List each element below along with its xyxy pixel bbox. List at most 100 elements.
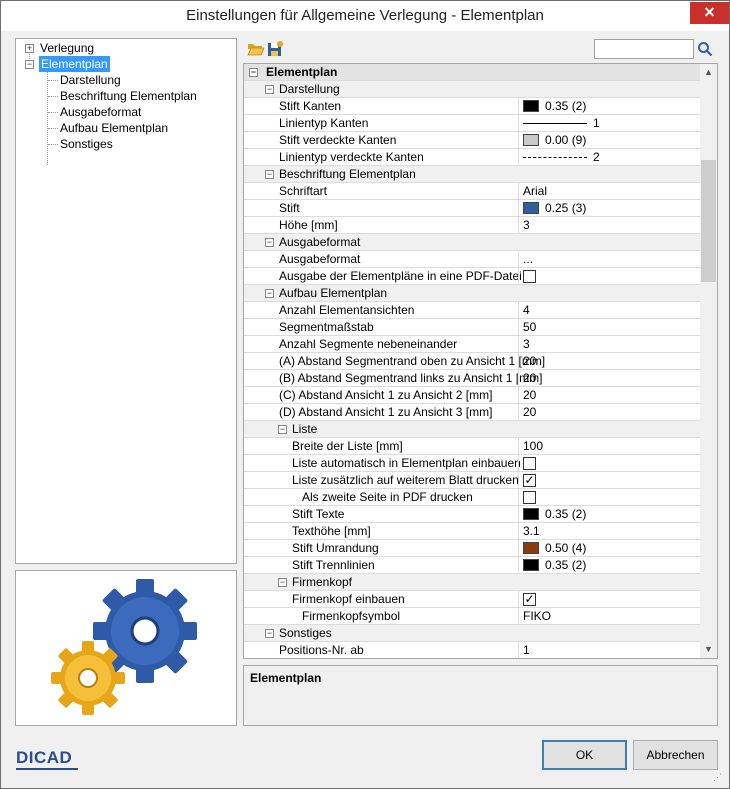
property-row[interactable]: Stift Umrandung 0.50 (4) — [244, 540, 700, 557]
property-label: Positions-Nr. ab — [279, 643, 364, 657]
collapse-icon[interactable]: − — [265, 629, 274, 638]
property-label: Firmenkopf einbauen — [292, 592, 405, 606]
property-row[interactable]: Stift Kanten 0.35 (2) — [244, 98, 700, 115]
scroll-up-icon[interactable]: ▲ — [700, 64, 717, 81]
category-label: Ausgabeformat — [279, 235, 361, 249]
search-input[interactable] — [594, 39, 694, 59]
property-row[interactable]: Firmenkopfsymbol FIKO — [244, 608, 700, 625]
tree-connector — [48, 80, 58, 81]
property-row[interactable]: (D) Abstand Ansicht 1 zu Ansicht 3 [mm] … — [244, 404, 700, 421]
property-value[interactable]: 3 — [523, 217, 530, 233]
property-row[interactable]: Anzahl Segmente nebeneinander 3 — [244, 336, 700, 353]
property-label: Stift verdeckte Kanten — [279, 133, 397, 147]
property-row[interactable]: Stift verdeckte Kanten 0.00 (9) — [244, 132, 700, 149]
cancel-button[interactable]: Abbrechen — [633, 740, 718, 770]
property-value[interactable]: Arial — [523, 183, 547, 199]
property-row[interactable]: Linientyp verdeckte Kanten 2 — [244, 149, 700, 166]
property-row[interactable]: Anzahl Elementansichten 4 — [244, 302, 700, 319]
collapse-icon[interactable]: − — [265, 289, 274, 298]
category-label: Beschriftung Elementplan — [279, 167, 416, 181]
property-value[interactable]: 3.1 — [523, 523, 540, 539]
search-icon[interactable] — [697, 41, 713, 57]
collapse-icon[interactable]: − — [25, 60, 34, 69]
scroll-down-icon[interactable]: ▼ — [700, 641, 717, 658]
collapse-icon[interactable]: − — [265, 85, 274, 94]
color-swatch — [523, 508, 539, 520]
tree-item-elementplan[interactable]: Elementplan — [39, 56, 110, 72]
collapse-icon[interactable]: − — [265, 170, 274, 179]
property-row[interactable]: Stift Texte 0.35 (2) — [244, 506, 700, 523]
category-row[interactable]: − Elementplan — [244, 64, 700, 81]
property-value[interactable]: 20 — [523, 387, 536, 403]
tree-item-ausgabeformat[interactable]: Ausgabeformat — [60, 104, 141, 120]
expand-icon[interactable]: + — [25, 44, 34, 53]
tree-item-verlegung[interactable]: Verlegung — [40, 40, 94, 56]
ok-button[interactable]: OK — [542, 740, 627, 770]
category-row[interactable]: − Firmenkopf — [244, 574, 700, 591]
property-value[interactable]: 100 — [523, 438, 543, 454]
property-row[interactable]: Segmentmaßstab 50 — [244, 319, 700, 336]
property-row[interactable]: Ausgabeformat ... — [244, 251, 700, 268]
collapse-icon[interactable]: − — [265, 238, 274, 247]
tree-item-darstellung[interactable]: Darstellung — [60, 72, 121, 88]
collapse-icon[interactable]: − — [278, 578, 287, 587]
property-value-text: 0.50 (4) — [545, 541, 587, 555]
property-row[interactable]: Stift 0.25 (3) — [244, 200, 700, 217]
property-row[interactable]: Positions-Nr. ab 1 — [244, 642, 700, 658]
category-label: Sonstiges — [279, 626, 332, 640]
tree-item-beschriftung[interactable]: Beschriftung Elementplan — [60, 88, 197, 104]
category-row[interactable]: − Darstellung — [244, 81, 700, 98]
resize-grip-icon[interactable]: ⋰ — [713, 772, 727, 786]
category-label: Elementplan — [266, 65, 338, 79]
property-value[interactable]: 20 — [523, 370, 536, 386]
save-icon[interactable] — [266, 40, 284, 58]
property-row[interactable]: Höhe [mm] 3 — [244, 217, 700, 234]
property-row[interactable]: Texthöhe [mm] 3.1 — [244, 523, 700, 540]
checkbox[interactable] — [523, 270, 536, 283]
property-row[interactable]: Linientyp Kanten 1 — [244, 115, 700, 132]
property-label: Ausgabe der Elementpläne in eine PDF-Dat… — [279, 269, 522, 283]
collapse-icon[interactable]: − — [278, 425, 287, 434]
folder-open-icon[interactable] — [247, 40, 265, 58]
property-value[interactable]: 50 — [523, 319, 536, 335]
property-row[interactable]: Liste zusätzlich auf weiterem Blatt druc… — [244, 472, 700, 489]
checkbox-checked[interactable]: ✓ — [523, 593, 536, 606]
property-value[interactable]: 3 — [523, 336, 530, 352]
property-row[interactable]: Stift Trennlinien 0.35 (2) — [244, 557, 700, 574]
property-row[interactable]: (C) Abstand Ansicht 1 zu Ansicht 2 [mm] … — [244, 387, 700, 404]
window-title: Einstellungen für Allgemeine Verlegung -… — [186, 7, 544, 24]
property-value[interactable]: 20 — [523, 353, 536, 369]
property-value[interactable]: 4 — [523, 302, 530, 318]
category-row[interactable]: − Liste — [244, 421, 700, 438]
category-row[interactable]: − Sonstiges — [244, 625, 700, 642]
tree-item-sonstiges[interactable]: Sonstiges — [60, 136, 113, 152]
vertical-scrollbar[interactable]: ▲ ▼ — [700, 64, 717, 658]
scroll-thumb[interactable] — [701, 160, 716, 282]
property-row[interactable]: Als zweite Seite in PDF drucken — [244, 489, 700, 506]
property-row[interactable]: Schriftart Arial — [244, 183, 700, 200]
property-row[interactable]: Ausgabe der Elementpläne in eine PDF-Dat… — [244, 268, 700, 285]
property-label: (C) Abstand Ansicht 1 zu Ansicht 2 [mm] — [279, 388, 493, 402]
collapse-icon[interactable]: − — [249, 68, 258, 77]
category-row[interactable]: − Ausgabeformat — [244, 234, 700, 251]
category-row[interactable]: − Beschriftung Elementplan — [244, 166, 700, 183]
property-row[interactable]: (A) Abstand Segmentrand oben zu Ansicht … — [244, 353, 700, 370]
property-row[interactable]: Firmenkopf einbauen ✓ — [244, 591, 700, 608]
category-row[interactable]: − Aufbau Elementplan — [244, 285, 700, 302]
property-value[interactable]: FIKO — [523, 608, 551, 624]
tree-item-aufbau[interactable]: Aufbau Elementplan — [60, 120, 168, 136]
property-value[interactable]: ... — [523, 251, 533, 267]
property-value[interactable]: 20 — [523, 404, 536, 420]
property-row[interactable]: (B) Abstand Segmentrand links zu Ansicht… — [244, 370, 700, 387]
tree-connector — [48, 112, 58, 113]
property-row[interactable]: Breite der Liste [mm] 100 — [244, 438, 700, 455]
property-value-text: 0.35 (2) — [545, 99, 587, 113]
checkbox-checked[interactable]: ✓ — [523, 474, 536, 487]
close-button[interactable]: ✕ — [690, 2, 729, 24]
property-value[interactable]: 1 — [523, 642, 530, 658]
property-value-text: 1 — [593, 116, 600, 130]
property-row[interactable]: Liste automatisch in Elementplan einbaue… — [244, 455, 700, 472]
checkbox[interactable] — [523, 457, 536, 470]
title-bar: Einstellungen für Allgemeine Verlegung -… — [1, 1, 729, 31]
checkbox[interactable] — [523, 491, 536, 504]
